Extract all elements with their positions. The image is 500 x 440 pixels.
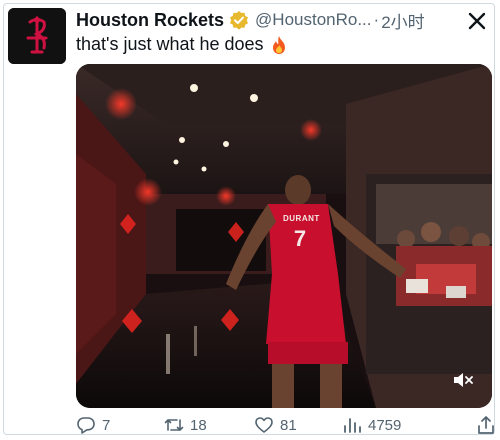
tweet-header: Houston Rockets @HoustonRo... · 2小时 [76,8,425,32]
share-icon [478,416,494,434]
retweet-button[interactable]: 18 [164,415,207,435]
author-name[interactable]: Houston Rockets [76,10,224,31]
reply-icon [77,417,95,434]
reply-button[interactable]: 7 [76,415,110,435]
like-count: 81 [280,416,297,434]
like-button[interactable]: 81 [254,415,297,435]
action-bar: 7 18 81 4759 [76,414,494,436]
retweet-count: 18 [190,416,207,434]
separator-dot: · [373,10,380,29]
tweet-body: that's just what he does [76,34,264,54]
author-handle[interactable]: @HoustonRo... [255,10,371,30]
fire-emoji-icon [272,35,285,54]
timestamp[interactable]: 2小时 [381,8,424,33]
views-button[interactable]: 4759 [342,415,401,435]
close-icon[interactable] [466,10,488,32]
verified-badge-icon [230,11,249,30]
view-count: 4759 [368,416,402,434]
reply-count: 7 [102,416,111,434]
retweet-icon [164,419,184,431]
heart-icon [255,417,273,433]
volume-muted-icon[interactable] [452,370,474,390]
avatar[interactable] [8,8,66,64]
jersey-name: DURANT [283,214,320,223]
share-button[interactable] [476,415,500,435]
video-player[interactable]: DURANT 7 [76,64,492,408]
tweet-text: that's just what he does [76,34,288,55]
views-chart-icon [344,418,361,433]
jersey-number: 7 [293,226,307,251]
